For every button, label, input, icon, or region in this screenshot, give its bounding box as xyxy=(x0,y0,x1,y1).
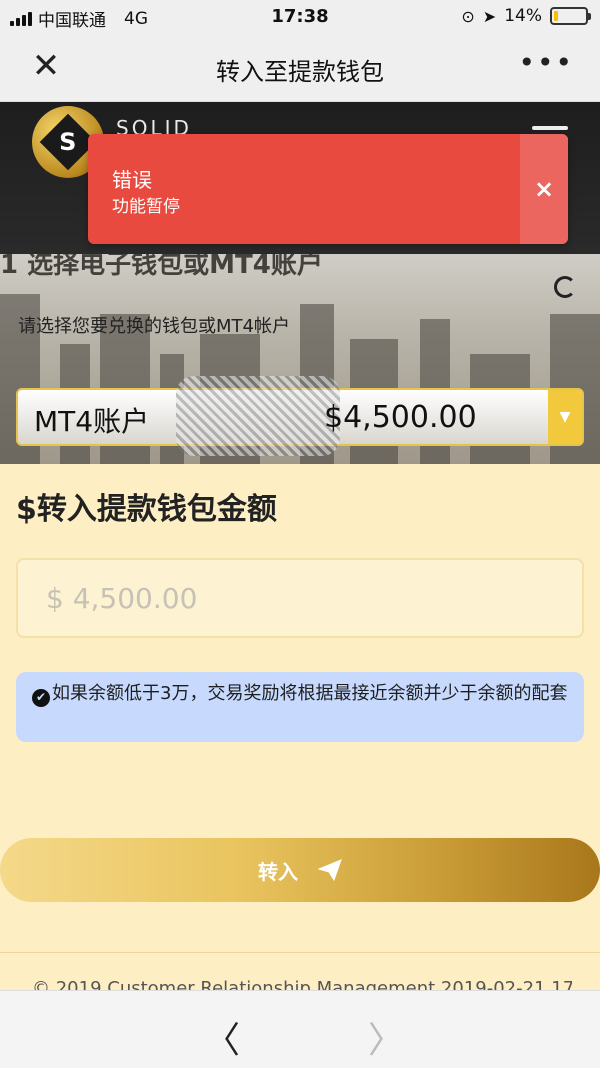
toast-title: 错误 xyxy=(112,168,152,192)
submit-label: 转入 xyxy=(258,859,298,884)
select-account-label: MT4账户 xyxy=(34,405,150,438)
nav-bar: ✕ 转入至提款钱包 ••• xyxy=(0,34,600,102)
footer-divider xyxy=(0,952,600,953)
banner-heading: 1 选择电子钱包或MT4账户 xyxy=(0,254,323,280)
chevron-down-icon[interactable]: ▼ xyxy=(548,390,582,444)
browser-bottom-bar: 〈 〉 xyxy=(0,990,600,1068)
check-circle-icon: ✔ xyxy=(32,688,50,707)
paper-plane-icon xyxy=(318,859,342,881)
status-bar: 中国联通 4G 17:38 ⊙ ➤ 14% xyxy=(0,0,600,34)
section-title: $转入提款钱包金额 xyxy=(16,492,277,527)
battery-percent: 14% xyxy=(504,6,542,26)
page-title: 转入至提款钱包 xyxy=(216,58,384,86)
loading-spinner-icon xyxy=(554,276,576,298)
wallet-select[interactable]: MT4账户 $4,500.00 ▼ xyxy=(16,376,584,456)
back-icon[interactable]: 〈 xyxy=(204,1011,240,1063)
banner-subtitle: 请选择您要兑换的钱包或MT4帐户 xyxy=(18,316,290,337)
select-amount: $4,500.00 xyxy=(324,400,477,435)
amount-input[interactable] xyxy=(16,558,584,638)
logo-letter: S xyxy=(59,127,77,156)
more-icon[interactable]: ••• xyxy=(518,46,574,79)
rotation-lock-icon: ⊙ xyxy=(461,6,475,26)
submit-button[interactable]: 转入 xyxy=(0,838,600,902)
forward-icon[interactable]: 〉 xyxy=(368,1011,404,1063)
toast-close-icon[interactable]: × xyxy=(520,134,568,244)
info-box: ✔ 如果余额低于3万，交易奖励将根据最接近余额并少于余额的配套 xyxy=(16,672,584,742)
status-right: ⊙ ➤ 14% xyxy=(461,6,591,26)
info-text: 如果余额低于3万，交易奖励将根据最接近余额并少于余额的配套 xyxy=(52,683,568,704)
battery-fill xyxy=(554,11,559,21)
footer-text: © 2019 Customer Relationship Management … xyxy=(32,978,572,990)
error-toast: 错误 功能暂停 × xyxy=(88,134,568,244)
toast-message: 功能暂停 xyxy=(112,197,180,217)
battery-icon xyxy=(550,7,591,25)
banner: 1 选择电子钱包或MT4账户 请选择您要兑换的钱包或MT4帐户 MT4账户 $4… xyxy=(0,254,600,464)
redacted-account-number xyxy=(176,376,340,456)
location-icon: ➤ xyxy=(482,6,497,26)
